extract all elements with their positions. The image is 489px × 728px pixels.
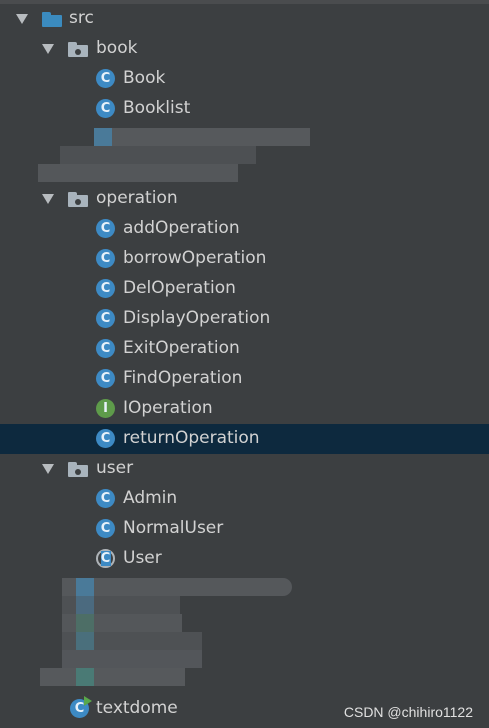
tree-node-class[interactable]: C borrowOperation: [0, 244, 489, 274]
tree-node-class[interactable]: C Admin: [0, 484, 489, 514]
tree-node-book[interactable]: book: [0, 34, 489, 64]
class-icon: C: [96, 519, 115, 538]
tree-node-label: addOperation: [123, 218, 240, 238]
class-icon: C: [96, 249, 115, 268]
class-icon: C: [96, 339, 115, 358]
tree-node-label: DisplayOperation: [123, 308, 271, 328]
tree-node-interface[interactable]: I IOperation: [0, 394, 489, 424]
class-icon: C: [96, 429, 115, 448]
tree-node-label: book: [96, 38, 138, 58]
tree-node-class[interactable]: C ExitOperation: [0, 334, 489, 364]
tree-node-label: returnOperation: [123, 428, 260, 448]
tree-node-abstract-class[interactable]: C User: [0, 544, 489, 574]
tree-node-label: textdome: [96, 698, 178, 718]
tree-node-operation[interactable]: operation: [0, 184, 489, 214]
class-icon: C: [96, 279, 115, 298]
tree-node-label: Book: [123, 68, 166, 88]
abstract-class-icon: C: [96, 549, 115, 568]
tree-node-label: Booklist: [123, 98, 191, 118]
tree-node-class[interactable]: C DisplayOperation: [0, 304, 489, 334]
class-icon: C: [96, 309, 115, 328]
package-icon: [68, 192, 88, 207]
tree-node-class[interactable]: C addOperation: [0, 214, 489, 244]
interface-icon: I: [96, 399, 115, 418]
tree-node-label: FindOperation: [123, 368, 243, 388]
tree-node-class[interactable]: C NormalUser: [0, 514, 489, 544]
source-folder-icon: [42, 12, 62, 27]
tree-node-label: IOperation: [123, 398, 213, 418]
class-icon: C: [96, 489, 115, 508]
expand-arrow-icon[interactable]: [42, 44, 54, 54]
expand-arrow-icon[interactable]: [42, 194, 54, 204]
runnable-class-icon: C: [70, 696, 92, 718]
tree-node-class[interactable]: C DelOperation: [0, 274, 489, 304]
expand-arrow-icon[interactable]: [16, 14, 28, 24]
expand-arrow-icon[interactable]: [42, 464, 54, 474]
class-icon: C: [96, 99, 115, 118]
tree-node-class[interactable]: C Booklist: [0, 94, 489, 124]
tree-node-class[interactable]: C FindOperation: [0, 364, 489, 394]
tree-node-class-selected[interactable]: C returnOperation: [0, 424, 489, 454]
tree-node-label: ExitOperation: [123, 338, 240, 358]
tree-node-label: Admin: [123, 488, 178, 508]
package-icon: [68, 42, 88, 57]
tree-node-user[interactable]: user: [0, 454, 489, 484]
tree-node-label: borrowOperation: [123, 248, 267, 268]
tree-node-label: user: [96, 458, 134, 478]
tree-node-label: operation: [96, 188, 178, 208]
class-icon: C: [96, 69, 115, 88]
class-icon: C: [96, 369, 115, 388]
tree-node-label: DelOperation: [123, 278, 236, 298]
package-icon: [68, 462, 88, 477]
tree-node-label: NormalUser: [123, 518, 224, 538]
tree-node-src[interactable]: src: [0, 4, 489, 34]
tree-node-label: src: [69, 8, 94, 28]
tree-node-label: User: [123, 548, 162, 568]
watermark: CSDN @chihiro1122: [343, 704, 473, 720]
class-icon: C: [96, 219, 115, 238]
tree-node-class[interactable]: C Book: [0, 64, 489, 94]
